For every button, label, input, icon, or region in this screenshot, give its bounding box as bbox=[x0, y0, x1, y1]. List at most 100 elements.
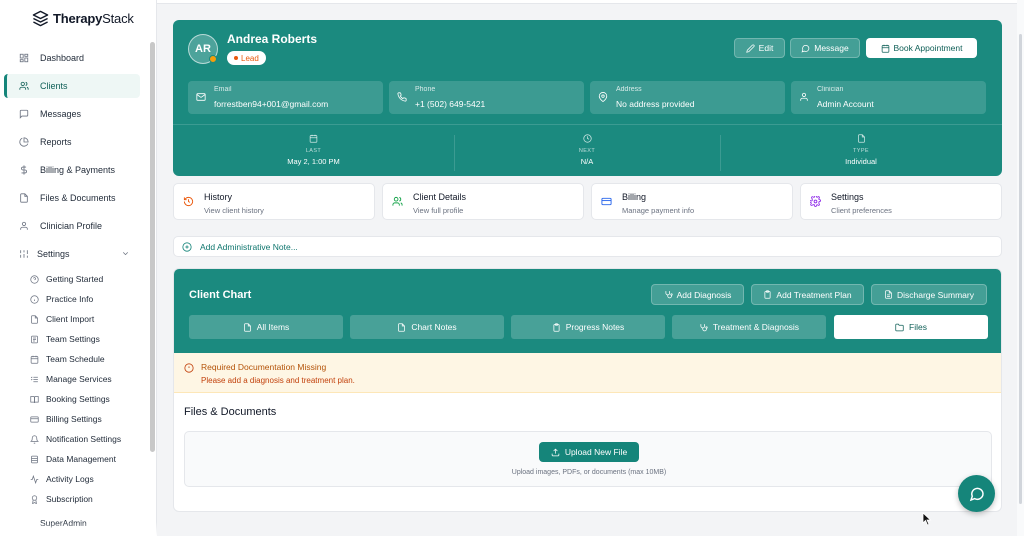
clock-icon bbox=[582, 134, 592, 143]
upload-icon bbox=[551, 448, 560, 456]
history-icon bbox=[183, 196, 194, 207]
stethoscope-icon bbox=[700, 323, 708, 331]
credit-card-icon bbox=[30, 416, 39, 422]
calendar-icon bbox=[881, 44, 889, 53]
avatar-status-dot bbox=[209, 55, 217, 63]
tab-label: Treatment & Diagnosis bbox=[712, 322, 800, 332]
award-icon bbox=[31, 494, 38, 504]
tab-all-items[interactable]: All Items bbox=[189, 315, 343, 339]
stat-type: TYPE Individual bbox=[720, 125, 1002, 177]
info-icon bbox=[30, 294, 39, 304]
add-admin-note-label: Add Administrative Note... bbox=[200, 241, 298, 252]
settings-item-label: Team Settings bbox=[46, 334, 100, 344]
sidebar-fade bbox=[0, 522, 157, 536]
tile-billing[interactable]: Billing Manage payment info bbox=[591, 183, 793, 220]
tile-settings[interactable]: Settings Client preferences bbox=[800, 183, 1002, 220]
tab-treatment-diagnosis[interactable]: Treatment & Diagnosis bbox=[672, 315, 826, 339]
sidebar-item-billing[interactable]: Billing & Payments bbox=[4, 158, 140, 182]
settings-item-team-settings[interactable]: Team Settings bbox=[30, 330, 148, 348]
sidebar-item-messages[interactable]: Messages bbox=[4, 102, 140, 126]
gear-icon bbox=[810, 196, 821, 207]
book-appointment-button[interactable]: Book Appointment bbox=[866, 38, 977, 58]
settings-item-client-import[interactable]: Client Import bbox=[30, 310, 148, 328]
info-value[interactable]: +1 (502) 649-5421 bbox=[415, 99, 485, 109]
sidebar-item-dashboard[interactable]: Dashboard bbox=[4, 46, 140, 70]
tile-history[interactable]: History View client history bbox=[173, 183, 375, 220]
sidebar-item-clients[interactable]: Clients bbox=[4, 74, 140, 98]
info-value[interactable]: forrestben94+001@gmail.com bbox=[214, 99, 328, 109]
tab-progress-notes[interactable]: Progress Notes bbox=[511, 315, 665, 339]
settings-item-notification-settings[interactable]: Notification Settings bbox=[30, 430, 148, 448]
discharge-summary-label: Discharge Summary bbox=[897, 289, 974, 300]
settings-item-getting-started[interactable]: Getting Started bbox=[30, 270, 148, 288]
settings-item-manage-services[interactable]: Manage Services bbox=[30, 370, 148, 388]
settings-item-label: Data Management bbox=[46, 454, 116, 464]
tab-label: Progress Notes bbox=[565, 322, 625, 332]
status-badge-label: Lead bbox=[241, 53, 259, 63]
settings-item-booking-settings[interactable]: Booking Settings bbox=[30, 390, 148, 408]
folder-icon bbox=[895, 323, 904, 331]
add-admin-note[interactable]: Add Administrative Note... bbox=[173, 236, 1002, 257]
scrollbar-thumb[interactable] bbox=[1019, 34, 1022, 504]
upload-hint: Upload images, PDFs, or documents (max 1… bbox=[511, 469, 667, 476]
tab-label: Chart Notes bbox=[411, 322, 457, 332]
tile-client-details[interactable]: Client Details View full profile bbox=[382, 183, 584, 220]
message-button[interactable]: Message bbox=[790, 38, 860, 58]
settings-item-activity-logs[interactable]: Activity Logs bbox=[30, 470, 148, 488]
settings-item-label: Client Import bbox=[46, 314, 95, 324]
users-icon bbox=[392, 196, 403, 206]
stack-logo-icon bbox=[32, 10, 49, 27]
settings-item-label: Practice Info bbox=[46, 294, 94, 304]
upload-file-button[interactable]: Upload New File bbox=[539, 442, 639, 462]
tab-chart-notes[interactable]: Chart Notes bbox=[350, 315, 504, 339]
brand-name: TherapyStack bbox=[53, 11, 134, 26]
add-diagnosis-button[interactable]: Add Diagnosis bbox=[651, 284, 744, 305]
info-email: Email forrestben94+001@gmail.com bbox=[188, 81, 383, 114]
sidebar-item-files[interactable]: Files & Documents bbox=[4, 186, 140, 210]
tile-subtitle: Manage payment info bbox=[622, 206, 695, 215]
message-button-label: Message bbox=[814, 43, 849, 53]
stat-last: LAST May 2, 1:00 PM bbox=[173, 125, 454, 177]
sidebar-item-reports[interactable]: Reports bbox=[4, 130, 140, 154]
chevron-down-icon[interactable] bbox=[121, 249, 130, 258]
alert-circle-icon bbox=[184, 363, 194, 373]
add-treatment-plan-button[interactable]: Add Treatment Plan bbox=[751, 284, 864, 305]
settings-item-team-schedule[interactable]: Team Schedule bbox=[30, 350, 148, 368]
settings-item-label: Activity Logs bbox=[46, 474, 94, 484]
settings-item-billing-settings[interactable]: Billing Settings bbox=[30, 410, 148, 428]
page-scrollbar[interactable] bbox=[1017, 0, 1024, 536]
brand-logo[interactable]: TherapyStack bbox=[32, 10, 134, 27]
clipboard-icon bbox=[553, 322, 560, 332]
client-chart-title: Client Chart bbox=[189, 289, 252, 301]
tile-title: Settings bbox=[831, 192, 864, 202]
sidebar-item-settings[interactable]: Settings bbox=[4, 242, 140, 266]
settings-item-subscription[interactable]: Subscription bbox=[30, 490, 148, 508]
file-icon bbox=[857, 134, 865, 143]
file-text-icon bbox=[885, 290, 892, 299]
file-icon bbox=[20, 193, 28, 203]
tile-subtitle: Client preferences bbox=[831, 206, 892, 215]
tab-files[interactable]: Files bbox=[834, 315, 988, 339]
pie-chart-icon bbox=[19, 137, 29, 147]
info-value: No address provided bbox=[616, 99, 695, 109]
info-address: Address No address provided bbox=[590, 81, 785, 114]
sidebar-item-clinician-profile[interactable]: Clinician Profile bbox=[4, 214, 140, 238]
status-badge: Lead bbox=[227, 51, 266, 65]
edit-button[interactable]: Edit bbox=[734, 38, 785, 58]
settings-item-practice-info[interactable]: Practice Info bbox=[30, 290, 148, 308]
sliders-icon bbox=[20, 250, 28, 258]
sidebar-scrollbar[interactable] bbox=[150, 42, 155, 452]
stat-key: TYPE bbox=[853, 148, 869, 154]
plus-circle-icon bbox=[182, 241, 192, 252]
info-value: Admin Account bbox=[817, 99, 874, 109]
edit-button-label: Edit bbox=[758, 43, 774, 53]
file-dropzone[interactable]: Upload New File Upload images, PDFs, or … bbox=[184, 431, 992, 487]
sidebar-item-label: Settings bbox=[37, 249, 70, 259]
message-icon bbox=[19, 109, 29, 119]
settings-item-data-management[interactable]: Data Management bbox=[30, 450, 148, 468]
sidebar-item-label: Files & Documents bbox=[40, 193, 116, 203]
sidebar-item-label: Clients bbox=[40, 81, 68, 91]
team-icon bbox=[31, 335, 38, 343]
help-chat-button[interactable] bbox=[958, 475, 995, 512]
discharge-summary-button[interactable]: Discharge Summary bbox=[871, 284, 987, 305]
